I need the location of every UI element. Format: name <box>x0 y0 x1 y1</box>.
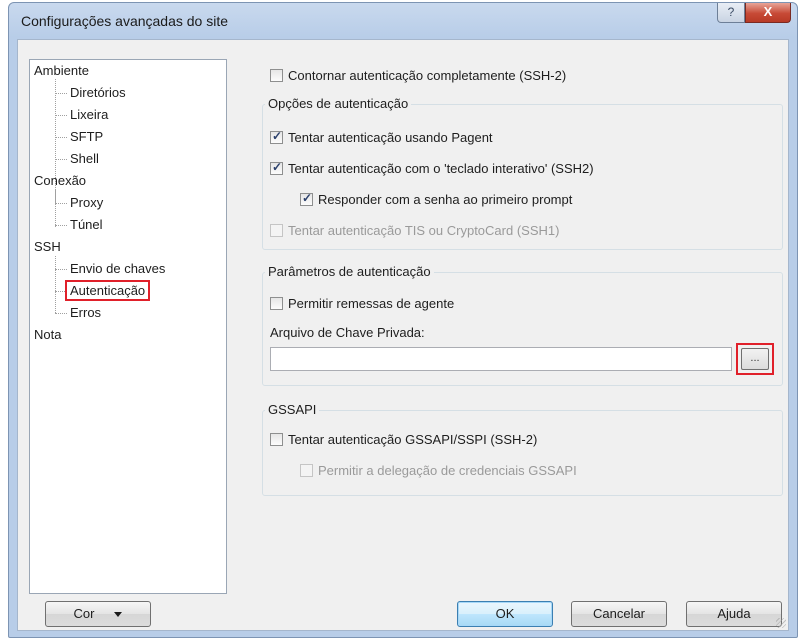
keyboard-interactive-checkbox[interactable]: Tentar autenticação com o 'teclado inter… <box>270 160 594 176</box>
pageant-label: Tentar autenticação usando Pagent <box>288 130 493 145</box>
ok-button[interactable]: OK <box>457 601 553 627</box>
tree-item-autenticacao[interactable]: Autenticação <box>65 280 151 301</box>
tree-connector <box>55 190 56 227</box>
close-icon: X <box>763 4 773 19</box>
tree-item-tunel[interactable]: Túnel <box>70 217 103 232</box>
tree-connector <box>55 225 67 226</box>
respond-password-checkbox[interactable]: Responder com a senha ao primeiro prompt <box>300 191 573 207</box>
tree-connector <box>55 137 67 138</box>
agent-forward-label: Permitir remessas de agente <box>288 296 455 311</box>
tree-item-diretorios[interactable]: Diretórios <box>70 85 126 100</box>
tree-connector <box>55 93 67 94</box>
gssapi-delegate-label: Permitir a delegação de credenciais GSSA… <box>318 463 577 478</box>
respond-password-label: Responder com a senha ao primeiro prompt <box>318 192 573 207</box>
help-title-button[interactable]: ? <box>717 3 745 23</box>
keyboard-interactive-label: Tentar autenticação com o 'teclado inter… <box>288 161 594 176</box>
tree-connector <box>55 269 67 270</box>
pageant-checkbox[interactable]: Tentar autenticação usando Pagent <box>270 129 493 145</box>
tree-item-lixeira[interactable]: Lixeira <box>70 107 108 122</box>
checkbox-box[interactable] <box>270 129 283 144</box>
checkbox-box <box>270 224 283 237</box>
browse-highlight-box <box>736 343 774 375</box>
tree-connector <box>55 203 67 204</box>
gssapi-title: GSSAPI <box>265 402 320 417</box>
tis-cryptocard-checkbox: Tentar autenticação TIS ou CryptoCard (S… <box>270 223 559 238</box>
private-key-input[interactable] <box>270 347 732 371</box>
tree-item-nota[interactable]: Nota <box>34 327 61 342</box>
auth-options-title: Opções de autenticação <box>265 96 412 111</box>
color-dropdown-button[interactable]: Cor <box>45 601 151 627</box>
title-bar[interactable]: Configurações avançadas do site ? X <box>9 3 797 39</box>
tree-item-erros[interactable]: Erros <box>70 305 101 320</box>
tis-cryptocard-label: Tentar autenticação TIS ou CryptoCard (S… <box>288 223 560 238</box>
dialog-client-area: Ambiente Diretórios Lixeira SFTP Shell C… <box>17 39 789 631</box>
help-icon: ? <box>727 5 735 19</box>
checkbox-box[interactable] <box>270 160 283 175</box>
checkbox-box[interactable] <box>300 191 313 206</box>
tree-item-shell[interactable]: Shell <box>70 151 99 166</box>
settings-tree[interactable]: Ambiente Diretórios Lixeira SFTP Shell C… <box>29 59 227 594</box>
tree-connector <box>55 159 67 160</box>
help-button[interactable]: Ajuda <box>686 601 782 627</box>
tree-connector <box>55 313 67 314</box>
tree-item-ssh[interactable]: SSH <box>34 239 61 254</box>
color-button-label: Cor <box>73 606 95 621</box>
tree-item-sftp[interactable]: SFTP <box>70 129 103 144</box>
close-button[interactable]: X <box>745 3 791 23</box>
checkbox-box[interactable] <box>270 297 283 310</box>
bypass-auth-checkbox[interactable]: Contornar autenticação completamente (SS… <box>270 68 566 83</box>
gssapi-group <box>262 410 783 496</box>
tree-connector <box>55 115 67 116</box>
tree-connector <box>55 256 56 313</box>
cancel-button[interactable]: Cancelar <box>571 601 667 627</box>
resize-grip[interactable] <box>776 618 786 628</box>
agent-forward-checkbox[interactable]: Permitir remessas de agente <box>270 296 454 311</box>
window-title: Configurações avançadas do site <box>21 13 229 29</box>
auth-params-title: Parâmetros de autenticação <box>265 264 434 279</box>
tree-item-ambiente[interactable]: Ambiente <box>34 63 89 78</box>
bypass-auth-label: Contornar autenticação completamente (SS… <box>288 68 567 83</box>
gssapi-try-label: Tentar autenticação GSSAPI/SSPI (SSH-2) <box>288 432 538 447</box>
tree-item-envio-de-chaves[interactable]: Envio de chaves <box>70 261 165 276</box>
tree-item-proxy[interactable]: Proxy <box>70 195 103 210</box>
gssapi-delegate-checkbox: Permitir a delegação de credenciais GSSA… <box>300 463 577 478</box>
advanced-site-settings-dialog: Configurações avançadas do site ? X Ambi… <box>8 2 798 638</box>
chevron-down-icon <box>114 612 123 618</box>
gssapi-try-checkbox[interactable]: Tentar autenticação GSSAPI/SSPI (SSH-2) <box>270 432 537 447</box>
private-key-label: Arquivo de Chave Privada: <box>270 325 425 340</box>
checkbox-box <box>300 464 313 477</box>
checkbox-box[interactable] <box>270 69 283 82</box>
tree-item-conexao[interactable]: Conexão <box>34 173 86 188</box>
checkbox-box[interactable] <box>270 433 283 446</box>
